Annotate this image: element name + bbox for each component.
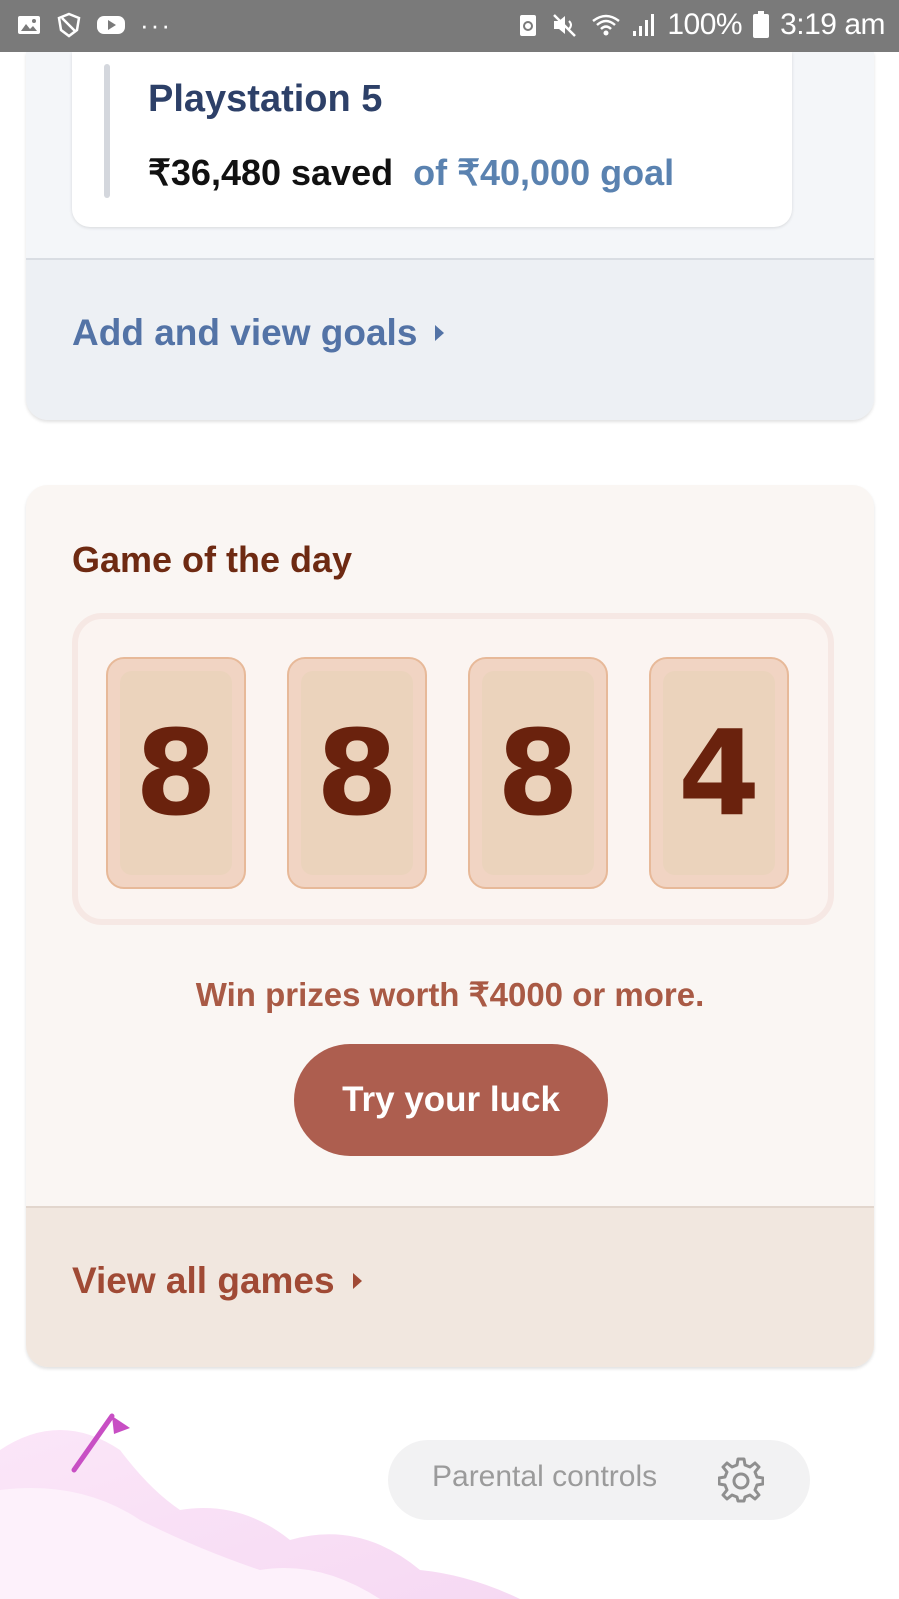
- digit-value: 8: [301, 671, 413, 875]
- try-your-luck-button[interactable]: Try your luck: [294, 1044, 608, 1156]
- goal-name: Playstation 5: [148, 78, 383, 120]
- clock: 3:19 am: [780, 8, 885, 41]
- digits-frame: 8 8 8 4: [72, 613, 834, 925]
- digit-tile: 8: [106, 657, 246, 889]
- game-of-the-day-card: Game of the day 8 8 8 4 Win prizes worth…: [26, 485, 874, 1367]
- game-title: Game of the day: [72, 539, 353, 580]
- gallery-icon: [18, 16, 40, 34]
- goals-footer: Add and view goals: [26, 258, 874, 420]
- view-all-games-link[interactable]: View all games: [72, 1260, 362, 1302]
- battery-percent: 100%: [667, 8, 743, 41]
- parental-controls-label: Parental controls: [432, 1460, 658, 1493]
- goal-accent-bar: [104, 64, 110, 198]
- digit-tile: 8: [468, 657, 608, 889]
- games-footer: View all games: [26, 1206, 874, 1367]
- goal-progress-text: ₹36,480 saved of ₹40,000 goal: [148, 152, 674, 194]
- goal-saved-amount: ₹36,480 saved: [148, 152, 394, 193]
- digit-tile: 4: [649, 657, 789, 889]
- wifi-icon: [592, 14, 621, 36]
- mute-icon: [553, 14, 577, 37]
- shield-icon: [57, 12, 81, 38]
- digit-value: 8: [482, 671, 594, 875]
- parental-controls-button[interactable]: Parental controls: [388, 1440, 810, 1520]
- goal-target-amount: of ₹40,000 goal: [413, 152, 675, 193]
- youtube-icon: [97, 16, 125, 34]
- status-bar: ··· 100% 3:19 am: [0, 0, 899, 52]
- add-view-goals-label: Add and view goals: [72, 312, 418, 353]
- goal-item[interactable]: Playstation 5 ₹36,480 saved of ₹40,000 g…: [72, 52, 792, 227]
- chevron-right-icon: [352, 1273, 362, 1289]
- signal-icon: [633, 14, 655, 36]
- view-all-games-label: View all games: [72, 1260, 335, 1301]
- digit-value: 8: [120, 671, 232, 875]
- prize-text: Win prizes worth ₹4000 or more.: [195, 976, 705, 1013]
- savings-goals-card: Playstation 5 ₹36,480 saved of ₹40,000 g…: [26, 52, 874, 420]
- chevron-right-icon: [435, 325, 445, 341]
- flag-icon: [112, 1416, 130, 1434]
- battery-saver-icon: [520, 15, 537, 36]
- digit-tile: 8: [287, 657, 427, 889]
- more-dots-icon: ···: [140, 10, 172, 40]
- gear-icon: [718, 1457, 764, 1503]
- add-view-goals-link[interactable]: Add and view goals: [72, 312, 445, 354]
- battery-icon: [753, 11, 770, 38]
- digit-value: 4: [663, 671, 775, 875]
